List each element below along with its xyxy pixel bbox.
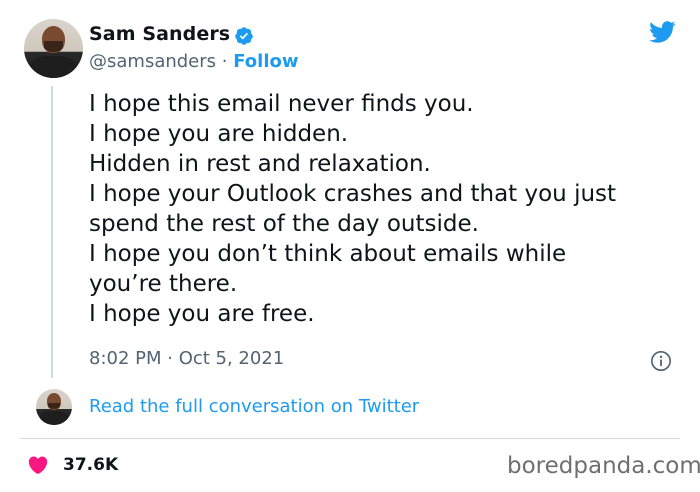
tweet-line: you’re there. <box>89 271 238 297</box>
tweet-line: spend the rest of the day outside. <box>89 211 479 237</box>
like-count[interactable]: 37.6K <box>63 455 118 475</box>
thread-line <box>51 86 53 378</box>
tweet-timestamp[interactable]: 8:02 PM · Oct 5, 2021 <box>89 348 284 369</box>
tweet-line: I hope you are free. <box>89 301 315 327</box>
watermark: boredpanda.com <box>507 453 700 479</box>
follow-button[interactable]: Follow <box>233 51 298 72</box>
tweet-line: I hope your Outlook crashes and that you… <box>89 181 617 207</box>
tweet-line: Hidden in rest and relaxation. <box>89 151 431 177</box>
tweet-text: I hope this email never finds you. I hop… <box>89 89 689 329</box>
info-icon[interactable] <box>650 350 672 372</box>
verified-badge-icon <box>235 27 253 45</box>
divider <box>20 438 680 439</box>
read-conversation-link[interactable]: Read the full conversation on Twitter <box>89 396 419 417</box>
separator-dot: · <box>216 51 234 72</box>
heart-icon[interactable] <box>27 454 49 476</box>
tweet-line: I hope you are hidden. <box>89 121 349 147</box>
reply-avatar <box>36 389 72 425</box>
tweet-line: I hope you don’t think about emails whil… <box>89 241 567 267</box>
twitter-bird-icon[interactable] <box>646 18 678 46</box>
handle-line: @samsanders · Follow <box>89 51 299 72</box>
tweet-line: I hope this email never finds you. <box>89 91 474 117</box>
author-avatar[interactable] <box>24 19 83 78</box>
author-handle[interactable]: @samsanders <box>89 51 216 72</box>
author-name[interactable]: Sam Sanders <box>89 23 230 45</box>
